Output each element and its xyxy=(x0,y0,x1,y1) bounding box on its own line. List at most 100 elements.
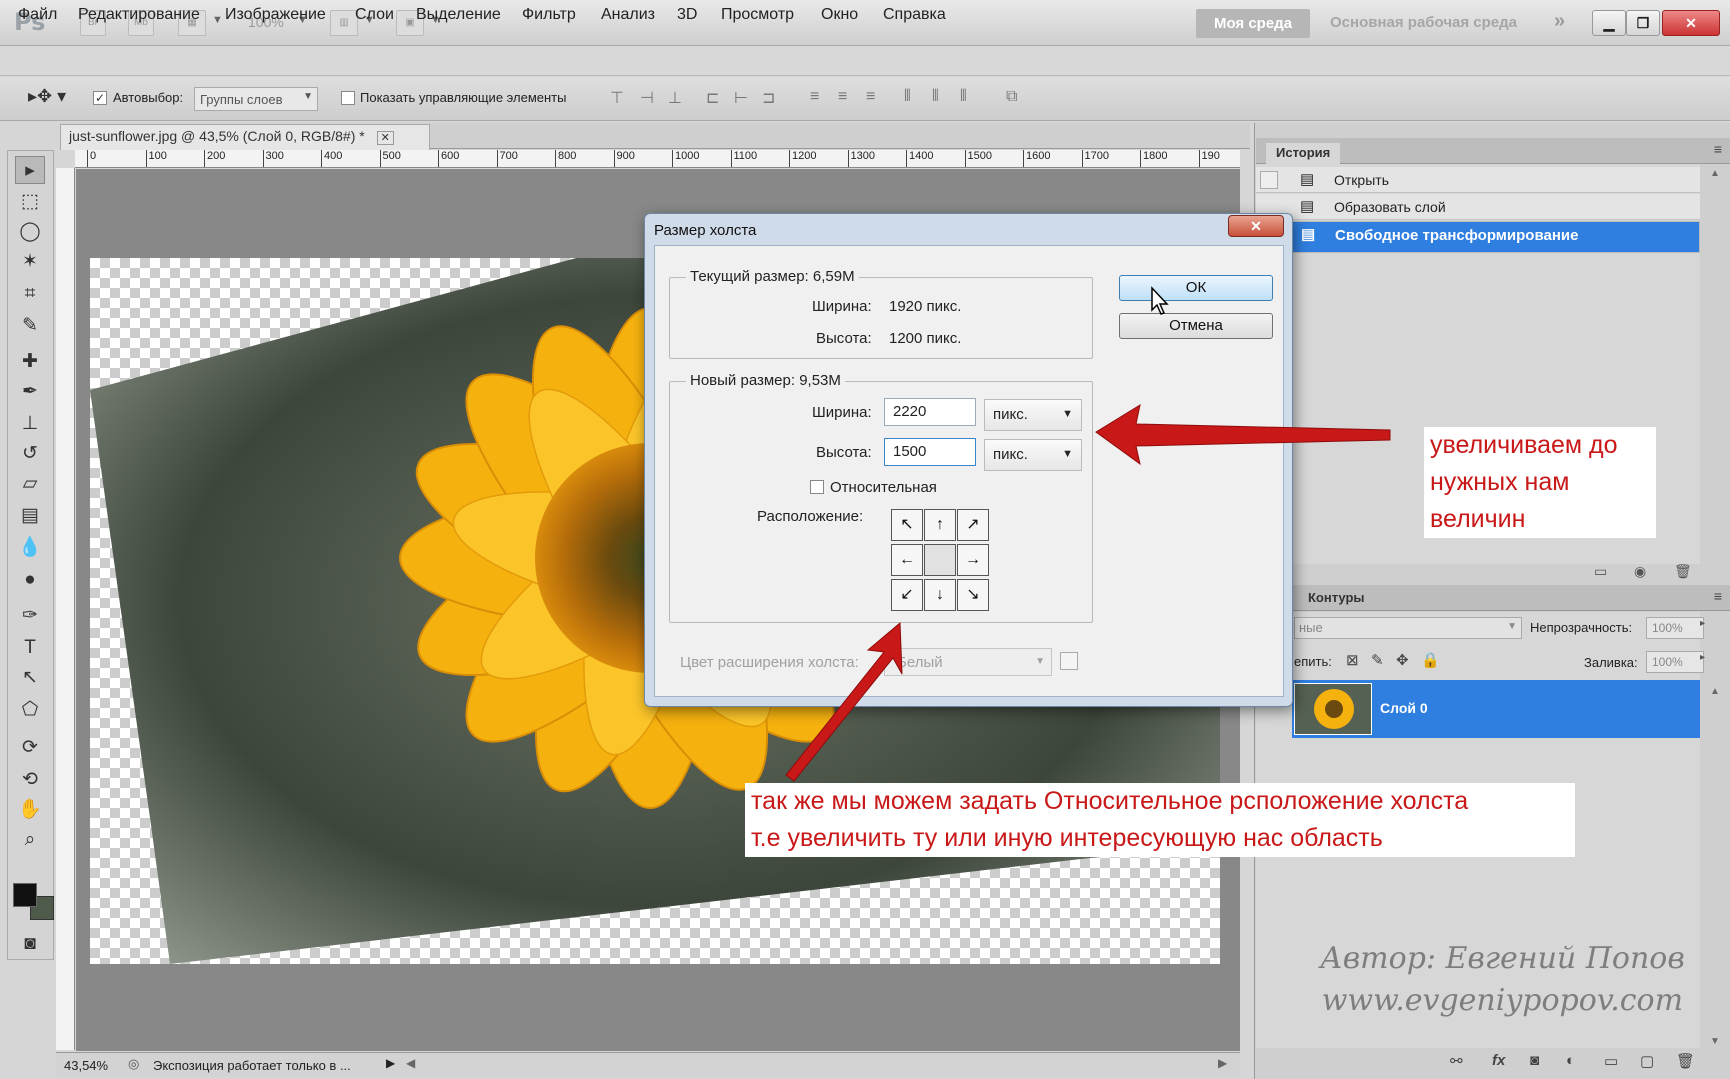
show-controls-checkbox[interactable] xyxy=(341,91,355,105)
new-width-input[interactable]: 2220 xyxy=(884,398,976,426)
3d-rotate-icon[interactable]: ⟳ xyxy=(15,734,45,762)
pen-tool-icon[interactable]: ✑ xyxy=(15,602,45,630)
dialog-close-button[interactable]: ✕ xyxy=(1228,215,1284,237)
move-tool-icon[interactable]: ▸ xyxy=(15,156,45,184)
opacity-input[interactable]: 100% xyxy=(1646,617,1704,639)
workspace-more-button[interactable]: » xyxy=(1554,10,1565,33)
hand-tool-icon[interactable]: ✋ xyxy=(15,796,45,824)
brush-tool-icon[interactable]: ✒ xyxy=(15,378,45,406)
anchor-top[interactable]: ↑ xyxy=(924,509,956,541)
scroll-up-icon[interactable]: ▲ xyxy=(1710,686,1720,697)
lock-all-icon[interactable]: 🔒 xyxy=(1421,651,1440,669)
type-tool-icon[interactable]: T xyxy=(15,634,45,662)
menu-3d[interactable]: 3D xyxy=(677,6,697,24)
new-document-from-state-icon[interactable]: ▭ xyxy=(1594,563,1607,580)
anchor-bottom-right[interactable]: ↘ xyxy=(957,579,989,611)
zoom-tool-icon[interactable]: ⌕ xyxy=(15,826,45,854)
maximize-button[interactable]: ❐ xyxy=(1626,10,1660,36)
menu-select[interactable]: Выделение xyxy=(416,6,501,24)
marquee-tool-icon[interactable]: ⬚ xyxy=(15,188,45,216)
anchor-top-left[interactable]: ↖ xyxy=(891,509,923,541)
panel-menu-icon[interactable]: ≡ xyxy=(1714,141,1722,157)
status-menu-arrow-icon[interactable]: ▶ xyxy=(386,1056,395,1070)
autoselect-checkbox[interactable]: ✓ xyxy=(93,91,107,105)
eyedropper-icon[interactable]: ✎ xyxy=(15,312,45,340)
anchor-center[interactable] xyxy=(924,544,956,576)
ok-button[interactable]: ОК xyxy=(1119,275,1273,301)
menu-filter[interactable]: Фильтр xyxy=(522,6,576,24)
autoselect-select[interactable]: Группы слоев ▼ xyxy=(194,87,318,111)
gradient-tool-icon[interactable]: ▤ xyxy=(15,502,45,530)
link-layers-icon[interactable]: ⚯ xyxy=(1450,1052,1463,1070)
history-brush-icon[interactable]: ↺ xyxy=(15,440,45,468)
scroll-down-icon[interactable]: ▼ xyxy=(1710,1036,1720,1047)
history-source-box[interactable] xyxy=(1260,171,1278,189)
fill-input[interactable]: 100% xyxy=(1646,651,1704,673)
magic-wand-icon[interactable]: ✶ xyxy=(15,248,45,276)
close-tab-icon[interactable]: ✕ xyxy=(376,131,394,145)
cancel-button[interactable]: Отмена xyxy=(1119,313,1273,339)
auto-align-icon[interactable]: ⧉ xyxy=(1006,88,1017,106)
move-tool-icon[interactable]: ▸✥ ▾ xyxy=(28,86,66,107)
workspace-mine-button[interactable]: Моя среда xyxy=(1196,9,1310,38)
distribute-hcenter-icon[interactable]: ⫴ xyxy=(932,88,939,106)
path-selection-icon[interactable]: ↖ xyxy=(15,664,45,692)
distribute-left-icon[interactable]: ⫴ xyxy=(904,88,911,106)
crop-tool-icon[interactable]: ⌗ xyxy=(15,280,45,308)
lock-pixels-icon[interactable]: ✎ xyxy=(1371,651,1384,669)
menu-file[interactable]: Файл xyxy=(18,6,57,24)
layer-row[interactable]: Слой 0 xyxy=(1292,680,1700,738)
history-item[interactable]: ▤ Образовать слой xyxy=(1256,194,1700,220)
snapshot-icon[interactable]: ◉ xyxy=(1634,563,1646,580)
fill-arrow-icon[interactable]: ▸ xyxy=(1700,652,1705,663)
shape-tool-icon[interactable]: ⬠ xyxy=(15,696,45,724)
quick-mask-icon[interactable]: ◙ xyxy=(15,930,45,958)
group-icon[interactable]: ▭ xyxy=(1604,1052,1618,1070)
3d-orbit-icon[interactable]: ⟲ xyxy=(15,766,45,794)
align-right-icon[interactable]: ⊐ xyxy=(762,88,775,108)
layer-style-icon[interactable]: fx xyxy=(1492,1052,1505,1069)
distribute-right-icon[interactable]: ⫴ xyxy=(960,88,967,106)
align-top-icon[interactable]: ⊤ xyxy=(610,88,624,108)
trash-icon[interactable]: 🗑 xyxy=(1674,563,1692,580)
align-vcenter-icon[interactable]: ⊣ xyxy=(640,88,654,108)
align-hcenter-icon[interactable]: ⊢ xyxy=(734,88,748,108)
ext-color-swatch[interactable] xyxy=(1060,652,1078,670)
align-left-icon[interactable]: ⊏ xyxy=(706,88,719,108)
minimize-button[interactable]: ▁ xyxy=(1592,10,1626,36)
status-zoom[interactable]: 43,54% xyxy=(64,1058,108,1073)
menu-layers[interactable]: Слои xyxy=(355,6,394,24)
foreground-color-swatch[interactable] xyxy=(13,883,37,907)
history-tab[interactable]: История xyxy=(1266,143,1341,164)
menu-edit[interactable]: Редактирование xyxy=(78,6,200,24)
trash-icon[interactable]: 🗑 xyxy=(1676,1052,1695,1070)
anchor-bottom[interactable]: ↓ xyxy=(924,579,956,611)
anchor-bottom-left[interactable]: ↙ xyxy=(891,579,923,611)
menu-analysis[interactable]: Анализ xyxy=(601,6,655,24)
anchor-left[interactable]: ← xyxy=(891,544,923,576)
paths-tab[interactable]: Контуры xyxy=(1308,590,1365,605)
close-button[interactable]: ✕ xyxy=(1662,10,1720,36)
clone-stamp-icon[interactable]: ⊥ xyxy=(15,410,45,438)
chevron-down-icon[interactable]: ▼ xyxy=(212,14,223,26)
healing-brush-icon[interactable]: ✚ xyxy=(15,348,45,376)
lasso-tool-icon[interactable]: ◯ xyxy=(15,218,45,246)
history-item[interactable]: ▤ Открыть xyxy=(1256,167,1700,193)
dodge-tool-icon[interactable]: ● xyxy=(15,566,45,594)
blur-tool-icon[interactable]: 💧 xyxy=(15,534,45,562)
new-layer-icon[interactable]: ▢ xyxy=(1640,1052,1654,1070)
arrange-documents-button[interactable]: ▥ xyxy=(330,10,358,36)
menu-view[interactable]: Просмотр xyxy=(721,6,794,24)
workspace-main-button[interactable]: Основная рабочая среда xyxy=(1330,14,1517,31)
opacity-arrow-icon[interactable]: ▸ xyxy=(1700,618,1705,629)
blend-mode-select[interactable]: ные ▼ xyxy=(1294,617,1522,639)
width-unit-select[interactable]: пикс. ▼ xyxy=(984,399,1082,431)
scroll-left-icon[interactable]: ◀ xyxy=(406,1056,415,1070)
menu-image[interactable]: Изображение xyxy=(225,6,326,24)
scroll-right-icon[interactable]: ▶ xyxy=(1218,1056,1227,1070)
anchor-right[interactable]: → xyxy=(957,544,989,576)
eraser-tool-icon[interactable]: ▱ xyxy=(15,470,45,498)
panel-menu-icon[interactable]: ≡ xyxy=(1714,588,1722,604)
anchor-top-right[interactable]: ↗ xyxy=(957,509,989,541)
menu-help[interactable]: Справка xyxy=(883,6,946,24)
